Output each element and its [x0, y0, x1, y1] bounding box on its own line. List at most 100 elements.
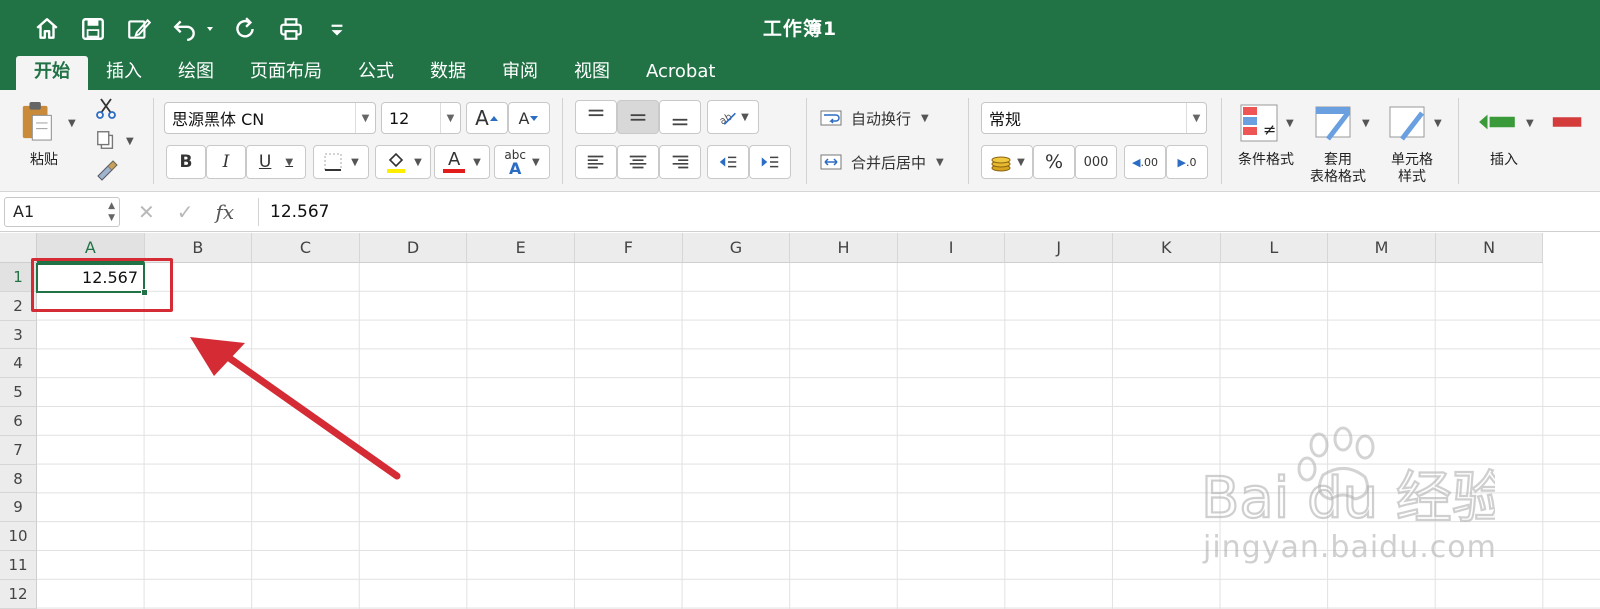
align-right-button[interactable]	[659, 145, 701, 179]
increase-indent-button[interactable]	[749, 145, 791, 179]
merge-center-button[interactable]: 合并后居中 ▼	[818, 145, 958, 179]
align-top-button[interactable]	[575, 100, 617, 134]
phonetic-button[interactable]: abc A ▼	[494, 145, 550, 179]
column-header-f[interactable]: F	[575, 233, 683, 263]
align-left-button[interactable]	[575, 145, 617, 179]
cell-styles-dropdown-icon[interactable]: ▼	[1434, 118, 1442, 129]
column-header-j[interactable]: J	[1005, 233, 1113, 263]
tab-view[interactable]: 视图	[556, 56, 628, 90]
underline-button[interactable]: U ▼	[246, 145, 306, 179]
row-header-8[interactable]: 8	[0, 464, 37, 494]
decrease-decimal-label: .0	[1185, 155, 1197, 169]
wrap-text-dropdown-icon[interactable]: ▼	[921, 113, 929, 124]
row-header-3[interactable]: 3	[0, 320, 37, 350]
insert-function-icon[interactable]: fx	[216, 200, 235, 224]
tab-review[interactable]: 审阅	[484, 56, 556, 90]
column-header-g[interactable]: G	[682, 233, 791, 263]
row-header-5[interactable]: 5	[0, 378, 37, 407]
confirm-icon[interactable]: ✓	[177, 200, 194, 224]
column-header-c[interactable]: C	[252, 233, 360, 263]
decrease-indent-button[interactable]	[707, 145, 749, 179]
phonetic-dropdown-icon[interactable]: ▼	[532, 157, 540, 168]
column-header-e[interactable]: E	[467, 233, 575, 263]
column-header-l[interactable]: L	[1220, 233, 1329, 263]
separator	[968, 98, 969, 184]
italic-button[interactable]: I	[206, 145, 246, 179]
cancel-icon[interactable]: ✕	[138, 200, 155, 224]
row-header-11[interactable]: 11	[0, 551, 37, 580]
column-header-k[interactable]: K	[1113, 233, 1221, 263]
accounting-dropdown-icon[interactable]: ▼	[1017, 157, 1025, 168]
copy-icon[interactable]	[92, 126, 120, 154]
fill-color-dropdown-icon[interactable]: ▼	[414, 157, 422, 168]
cell-styles-button[interactable]	[1384, 100, 1432, 146]
column-header-h[interactable]: H	[790, 233, 898, 263]
insert-cells-dropdown-icon[interactable]: ▼	[1526, 118, 1534, 129]
format-as-table-line2: 表格格式	[1310, 169, 1366, 185]
align-top-icon	[588, 109, 604, 117]
orientation-dropdown-icon[interactable]: ▼	[741, 112, 749, 123]
column-header-d[interactable]: D	[359, 233, 468, 263]
tab-page-layout[interactable]: 页面布局	[232, 56, 340, 90]
number-format-select[interactable]: 常规 ▼	[981, 102, 1207, 134]
tab-home[interactable]: 开始	[16, 56, 88, 90]
bold-button[interactable]: B	[166, 145, 206, 179]
tab-data[interactable]: 数据	[412, 56, 484, 90]
paste-button[interactable]	[14, 96, 62, 148]
borders-button[interactable]: ▼	[313, 145, 369, 179]
column-header-n[interactable]: N	[1435, 233, 1544, 263]
formula-input[interactable]: 12.567	[270, 192, 329, 232]
font-size-dropdown-icon[interactable]: ▼	[440, 103, 460, 133]
font-name-dropdown-icon[interactable]: ▼	[355, 103, 375, 133]
merge-center-label: 合并后居中	[851, 153, 927, 172]
name-box-spinner-icon[interactable]: ▲ ▼	[108, 200, 115, 224]
font-size-select[interactable]: 12 ▼	[381, 102, 461, 134]
decrease-decimal-button[interactable]: ▶ .0	[1166, 145, 1208, 179]
name-box[interactable]: A1 ▲ ▼	[4, 197, 120, 227]
accounting-format-button[interactable]: ▼	[981, 145, 1033, 179]
column-header-m[interactable]: M	[1328, 233, 1436, 263]
conditional-format-dropdown-icon[interactable]: ▼	[1286, 118, 1294, 129]
align-center-icon	[629, 155, 647, 169]
format-painter-icon[interactable]	[92, 158, 120, 186]
increase-decimal-label: .00	[1140, 155, 1158, 169]
row-header-6[interactable]: 6	[0, 407, 37, 436]
fill-color-button[interactable]: ▼	[375, 145, 431, 179]
font-color-button[interactable]: A ▼	[434, 145, 490, 179]
tab-acrobat[interactable]: Acrobat	[628, 56, 733, 90]
increase-font-size-button[interactable]: A	[466, 102, 508, 134]
align-bottom-button[interactable]	[659, 100, 701, 134]
orientation-button[interactable]: ab ▼	[707, 100, 759, 134]
tab-insert[interactable]: 插入	[88, 56, 160, 90]
row-header-12[interactable]: 12	[0, 579, 37, 609]
format-as-table-dropdown-icon[interactable]: ▼	[1362, 118, 1370, 129]
row-header-4[interactable]: 4	[0, 349, 37, 379]
tab-formulas[interactable]: 公式	[340, 56, 412, 90]
row-header-7[interactable]: 7	[0, 435, 37, 465]
font-name-value: 思源黑体 CN	[172, 110, 265, 129]
percent-style-button[interactable]: %	[1033, 145, 1075, 179]
cut-icon[interactable]	[92, 94, 120, 122]
font-name-select[interactable]: 思源黑体 CN ▼	[164, 102, 376, 134]
font-color-dropdown-icon[interactable]: ▼	[473, 157, 481, 168]
align-center-button[interactable]	[617, 145, 659, 179]
row-header-9[interactable]: 9	[0, 493, 37, 523]
format-as-table-button[interactable]	[1310, 100, 1358, 146]
increase-decimal-button[interactable]: ◀ .00	[1124, 145, 1166, 179]
merge-dropdown-icon[interactable]: ▼	[936, 157, 944, 168]
wrap-text-button[interactable]: 自动换行 ▼	[818, 102, 948, 134]
borders-dropdown-icon[interactable]: ▼	[351, 157, 359, 168]
tab-draw[interactable]: 绘图	[160, 56, 232, 90]
insert-cells-button[interactable]	[1474, 102, 1522, 142]
copy-dropdown-icon[interactable]: ▼	[126, 136, 134, 147]
column-header-i[interactable]: I	[897, 233, 1006, 263]
paste-dropdown-icon[interactable]: ▼	[68, 118, 76, 129]
decrease-font-size-button[interactable]: A	[508, 102, 550, 134]
align-middle-button[interactable]	[617, 100, 659, 134]
comma-style-button[interactable]: 000	[1075, 145, 1117, 179]
conditional-format-button[interactable]: ≠	[1236, 100, 1282, 146]
underline-dropdown-icon[interactable]: ▼	[285, 157, 293, 168]
delete-cells-button[interactable]	[1548, 102, 1588, 142]
number-format-dropdown-icon[interactable]: ▼	[1186, 103, 1206, 133]
row-header-10[interactable]: 10	[0, 522, 37, 551]
